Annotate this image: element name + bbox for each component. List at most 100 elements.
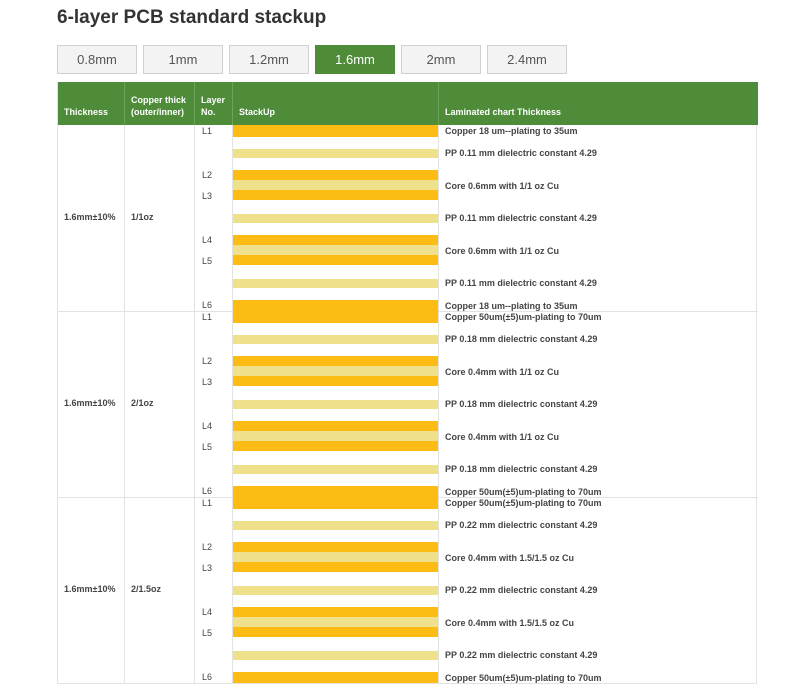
laminate-label: Copper 18 um--plating to 35um [445,301,578,311]
copper-layer-bar [233,562,438,572]
tab-2-4mm[interactable]: 2.4mm [487,45,567,74]
copper-layer-bar [233,255,438,265]
copper-layer-bar [233,672,438,683]
laminate-label: Core 0.4mm with 1.5/1.5 oz Cu [445,618,575,628]
copper-value: 2/1.5oz [131,584,162,594]
copper-value: 2/1oz [131,398,154,408]
column-divider [438,125,439,684]
prepreg-layer-bar [233,335,438,344]
thickness-value: 1.6mm±10% [64,398,116,408]
tab-2mm[interactable]: 2mm [401,45,481,74]
copper-layer-bar [233,497,438,509]
prepreg-layer-bar [233,400,438,409]
layer-number: L1 [202,126,213,136]
header-thickness-label: Thickness [64,107,109,117]
laminate-label: Core 0.6mm with 1/1 oz Cu [445,246,560,256]
copper-layer-bar [233,125,438,137]
layer-number: L2 [202,542,213,552]
header-thickness: Thickness [58,82,125,125]
prepreg-layer-bar [233,214,438,223]
layer-number: L3 [202,377,213,387]
laminate-label: PP 0.11 mm dielectric constant 4.29 [445,148,597,158]
copper-layer-bar [233,190,438,200]
header-stackup-label: StackUp [239,107,276,117]
layer-number: L4 [202,235,213,245]
prepreg-layer-bar [233,465,438,474]
copper-layer-bar [233,235,438,245]
prepreg-layer-bar [233,180,438,190]
laminate-label: Copper 50um(±5)um-plating to 70um [445,487,602,497]
header-layer-line2: No. [201,107,216,117]
prepreg-layer-bar [233,651,438,660]
laminate-label: PP 0.22 mm dielectric constant 4.29 [445,650,598,660]
laminate-label: PP 0.18 mm dielectric constant 4.29 [445,464,598,474]
laminate-label: Core 0.4mm with 1/1 oz Cu [445,367,560,377]
laminate-label: PP 0.11 mm dielectric constant 4.29 [445,278,597,288]
prepreg-layer-bar [233,149,438,158]
layer-number: L4 [202,421,213,431]
layer-number: L4 [202,607,213,617]
laminate-label: Core 0.4mm with 1.5/1.5 oz Cu [445,553,575,563]
layer-number: L3 [202,563,213,573]
page-title: 6-layer PCB standard stackup [57,7,327,28]
laminate-label: PP 0.18 mm dielectric constant 4.29 [445,399,598,409]
laminate-label: Copper 50um(±5)um-plating to 70um [445,673,602,683]
stackup-table: Thickness Copper thick (outer/inner) Lay… [57,82,758,684]
copper-layer-bar [233,300,438,311]
prepreg-layer-bar [233,552,438,562]
tab-1mm[interactable]: 1mm [143,45,223,74]
header-layer-line1: Layer [201,95,226,105]
table-header: Thickness Copper thick (outer/inner) Lay… [58,82,758,125]
laminate-label: PP 0.22 mm dielectric constant 4.29 [445,585,598,595]
layer-number: L2 [202,170,213,180]
tab-0-8mm[interactable]: 0.8mm [57,45,137,74]
header-copper-line2: (outer/inner) [131,107,184,117]
header-laminated-label: Laminated chart Thickness [445,107,562,117]
copper-value: 1/1oz [131,212,154,222]
layer-number: L5 [202,256,213,266]
copper-layer-bar [233,356,438,366]
layer-number: L2 [202,356,213,366]
header-copper-line1: Copper thick [131,95,187,105]
tab-1-2mm[interactable]: 1.2mm [229,45,309,74]
header-layer: Layer No. [195,82,233,125]
copper-layer-bar [233,421,438,431]
copper-layer-bar [233,542,438,552]
header-laminated: Laminated chart Thickness [439,82,758,125]
laminate-label: Core 0.4mm with 1/1 oz Cu [445,432,560,442]
laminate-label: PP 0.22 mm dielectric constant 4.29 [445,520,598,530]
layer-number: L1 [202,498,213,508]
prepreg-layer-bar [233,245,438,255]
layer-number: L5 [202,628,213,638]
prepreg-layer-bar [233,617,438,627]
prepreg-layer-bar [233,586,438,595]
header-copper: Copper thick (outer/inner) [125,82,195,125]
layer-number: L6 [202,486,213,496]
copper-layer-bar [233,486,438,497]
prepreg-layer-bar [233,366,438,376]
thickness-value: 1.6mm±10% [64,212,116,222]
copper-layer-bar [233,376,438,386]
prepreg-layer-bar [233,279,438,288]
column-divider [124,125,125,684]
prepreg-layer-bar [233,431,438,441]
tab-1-6mm[interactable]: 1.6mm [315,45,395,74]
laminate-label: Copper 18 um--plating to 35um [445,126,578,136]
copper-layer-bar [233,311,438,323]
copper-layer-bar [233,607,438,617]
laminate-label: Core 0.6mm with 1/1 oz Cu [445,181,560,191]
prepreg-layer-bar [233,521,438,530]
layer-number: L1 [202,312,213,322]
laminate-label: PP 0.18 mm dielectric constant 4.29 [445,334,598,344]
copper-layer-bar [233,170,438,180]
layer-number: L6 [202,300,213,310]
copper-layer-bar [233,627,438,637]
thickness-value: 1.6mm±10% [64,584,116,594]
laminate-label: PP 0.11 mm dielectric constant 4.29 [445,213,597,223]
header-stackup: StackUp [233,82,439,125]
layer-number: L5 [202,442,213,452]
copper-layer-bar [233,441,438,451]
column-divider [194,125,195,684]
laminate-label: Copper 50um(±5)um-plating to 70um [445,498,602,508]
laminate-label: Copper 50um(±5)um-plating to 70um [445,312,602,322]
